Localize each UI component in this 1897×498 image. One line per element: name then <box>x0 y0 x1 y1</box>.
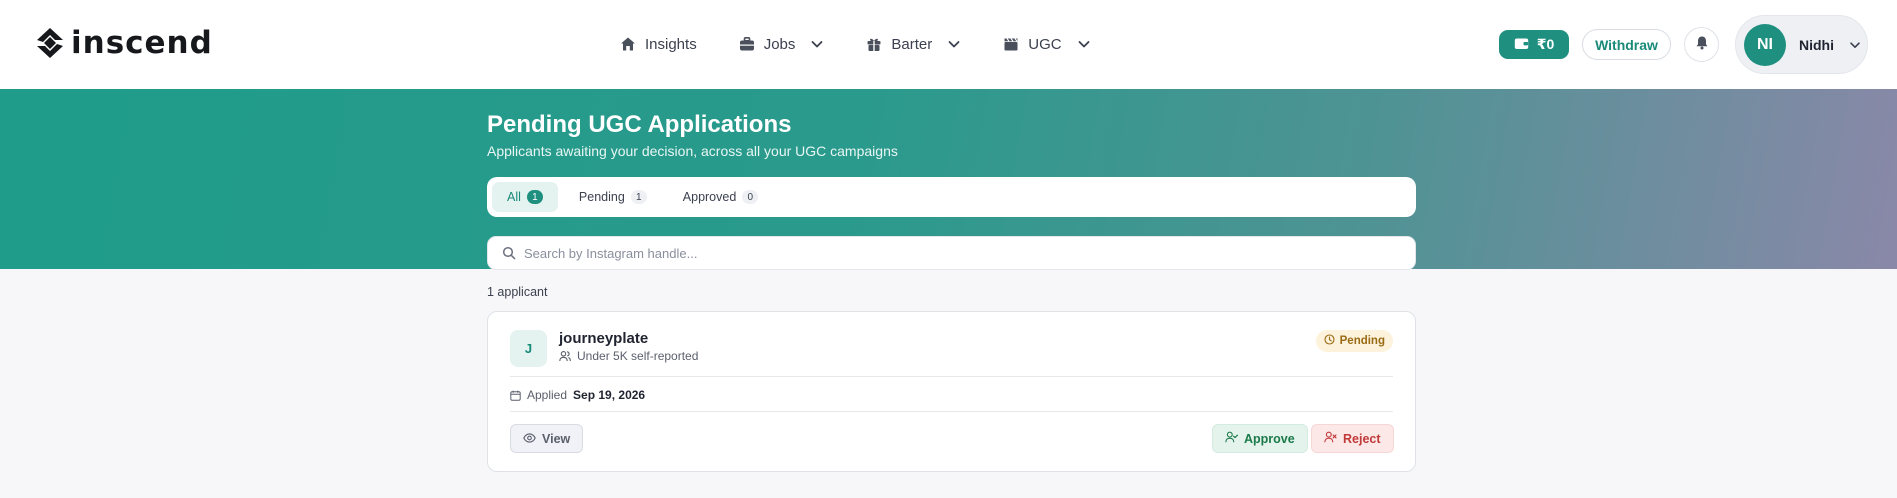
wallet-balance-button[interactable]: ₹0 <box>1499 30 1569 59</box>
user-check-icon <box>1225 431 1238 446</box>
applicant-avatar: J <box>510 330 547 367</box>
status-badge: Pending <box>1315 330 1393 352</box>
wallet-icon <box>1514 37 1529 53</box>
briefcase-icon <box>739 36 755 52</box>
applicant-handle: journeyplate <box>559 330 649 347</box>
clock-icon <box>1324 334 1335 348</box>
chevron-down-icon <box>810 37 824 51</box>
tab-pending[interactable]: Pending 1 <box>564 182 662 212</box>
top-navigation-bar: inscend Insights Jobs Barter UGC ₹0 With… <box>0 0 1897 89</box>
follower-range: Under 5K self-reported <box>559 349 698 363</box>
chevron-down-icon <box>1848 38 1862 52</box>
user-menu[interactable]: NI Nidhi <box>1735 15 1868 74</box>
inscend-logo[interactable]: inscend <box>33 24 213 62</box>
approve-button[interactable]: Approve <box>1212 424 1308 453</box>
wallet-balance: ₹0 <box>1536 36 1555 52</box>
nav-item-label: Insights <box>645 35 697 53</box>
withdraw-button[interactable]: Withdraw <box>1582 29 1671 60</box>
card-divider <box>510 376 1393 377</box>
home-icon <box>620 36 636 52</box>
nav-item-insights[interactable]: Insights <box>620 30 697 58</box>
users-icon <box>559 350 571 362</box>
search-input[interactable] <box>524 245 1404 261</box>
eye-icon <box>523 432 536 446</box>
nav-item-jobs[interactable]: Jobs <box>739 30 825 58</box>
nav-item-label: Barter <box>891 35 933 53</box>
status-label: Pending <box>1339 335 1385 347</box>
application-card: J journeyplate Under 5K self-reported Pe… <box>487 311 1416 472</box>
tab-count-badge: 1 <box>526 190 543 204</box>
chevron-down-icon <box>1077 37 1091 51</box>
view-label: View <box>542 431 571 446</box>
results-count: 1 applicant <box>487 285 548 299</box>
chevron-down-icon <box>947 37 961 51</box>
nav-item-barter[interactable]: Barter <box>866 30 961 58</box>
tab-approved[interactable]: Approved 0 <box>668 182 774 212</box>
calendar-icon <box>510 390 521 401</box>
tab-count-badge: 0 <box>742 190 759 204</box>
tab-label: Pending <box>578 190 625 204</box>
user-x-icon <box>1324 431 1337 446</box>
view-button[interactable]: View <box>510 424 584 453</box>
tab-count-badge: 1 <box>630 190 647 204</box>
page-title: Pending UGC Applications <box>487 111 792 138</box>
follower-range-text: Under 5K self-reported <box>577 349 699 363</box>
nav-item-label: Jobs <box>763 35 796 53</box>
bell-icon <box>1695 35 1709 55</box>
status-tabs: All 1 Pending 1 Approved 0 <box>487 177 1416 217</box>
applied-date: Sep 19, 2026 <box>573 388 646 402</box>
tab-label: Approved <box>682 190 737 204</box>
tab-all[interactable]: All 1 <box>492 182 558 212</box>
applied-date-row: Applied Sep 19, 2026 <box>510 388 645 402</box>
tab-label: All <box>507 190 521 204</box>
clapperboard-icon <box>1003 36 1019 52</box>
search-box <box>487 236 1416 270</box>
nav-item-label: UGC <box>1028 35 1062 53</box>
card-divider <box>510 411 1393 412</box>
approve-label: Approve <box>1244 431 1295 446</box>
main-nav: Insights Jobs Barter UGC <box>620 30 1133 58</box>
reject-label: Reject <box>1343 431 1381 446</box>
applied-label: Applied <box>527 388 568 402</box>
nav-item-ugc[interactable]: UGC <box>1003 30 1090 58</box>
user-name: Nidhi <box>1799 36 1834 53</box>
brand-name: inscend <box>71 25 213 61</box>
search-icon <box>502 246 516 260</box>
gift-icon <box>866 36 882 52</box>
page-subtitle: Applicants awaiting your decision, acros… <box>487 143 898 159</box>
notifications-button[interactable] <box>1684 27 1719 62</box>
avatar: NI <box>1744 23 1786 66</box>
reject-button[interactable]: Reject <box>1311 424 1394 453</box>
inscend-logo-mark-icon <box>37 28 63 58</box>
